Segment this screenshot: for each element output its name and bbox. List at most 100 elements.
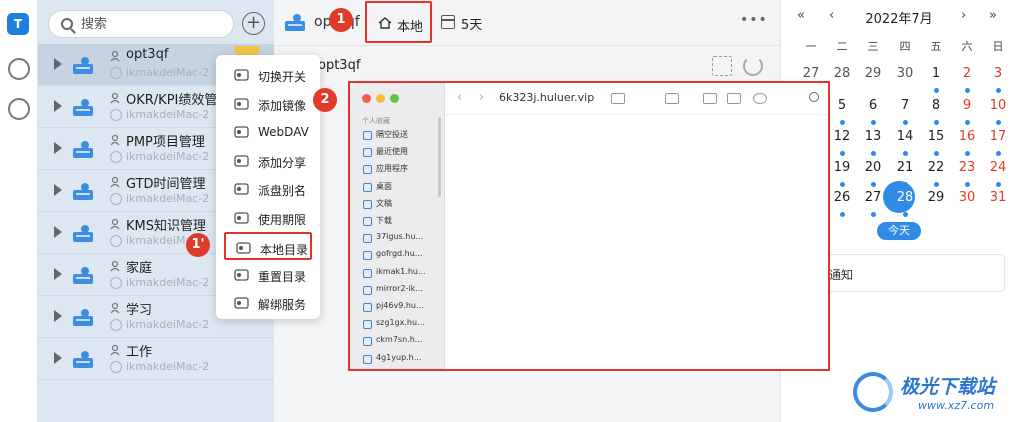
calendar-day[interactable]: 3 bbox=[984, 66, 1012, 88]
context-menu-label: 本地目录 bbox=[260, 243, 309, 257]
calendar-day[interactable]: 28 bbox=[891, 190, 919, 212]
tab-local[interactable]: 本地 bbox=[365, 1, 432, 43]
finder-sidebar-item[interactable]: 隔空投送 bbox=[360, 127, 440, 143]
user-icon bbox=[110, 50, 120, 62]
expand-arrow-icon[interactable] bbox=[54, 310, 62, 322]
finder-sidebar: 个人收藏 隔空投送 最近使用 应用程序 桌面 文稿 下载 37lgus.hu... gofrg… bbox=[350, 83, 445, 369]
add-repo-button[interactable]: + bbox=[242, 12, 265, 35]
event-dot-icon bbox=[934, 120, 939, 125]
list-view-icon[interactable] bbox=[665, 93, 679, 104]
finder-sidebar-item[interactable]: 桌面 bbox=[360, 179, 440, 195]
finder-sidebar-item[interactable]: mirror2-ik... bbox=[360, 282, 440, 298]
finder-sidebar-label: 桌面 bbox=[376, 181, 392, 191]
action-menu-icon[interactable] bbox=[753, 93, 767, 104]
calendar-day[interactable]: 12 bbox=[828, 129, 856, 151]
calendar-day[interactable]: 19 bbox=[828, 160, 856, 182]
finder-sidebar-item[interactable]: ikmak1.hu... bbox=[360, 265, 440, 281]
repo-row[interactable]: 工作 ikmakdeiMac-2 bbox=[38, 338, 274, 380]
user-icon bbox=[110, 218, 120, 230]
close-window-icon[interactable] bbox=[362, 94, 371, 103]
tag-icon[interactable] bbox=[727, 93, 741, 104]
next-year-button[interactable]: » bbox=[989, 8, 997, 23]
context-menu-item[interactable]: 派盘别名 bbox=[224, 175, 312, 203]
calendar-day[interactable]: 21 bbox=[891, 160, 919, 182]
finder-sidebar-item[interactable]: 应用程序 bbox=[360, 161, 440, 177]
calendar-day[interactable]: 30 bbox=[891, 66, 919, 88]
refresh-icon[interactable] bbox=[743, 56, 763, 76]
zoom-window-icon[interactable] bbox=[390, 94, 399, 103]
next-month-button[interactable]: › bbox=[961, 8, 966, 23]
share-icon[interactable] bbox=[703, 93, 717, 104]
user-icon[interactable] bbox=[8, 58, 30, 80]
finder-sidebar-item[interactable]: 文稿 bbox=[360, 196, 440, 212]
finder-sidebar-item[interactable]: 4g1yup.h... bbox=[360, 351, 440, 367]
finder-sidebar-item[interactable]: 37lgus.hu... bbox=[360, 230, 440, 246]
finder-sidebar-scrollbar[interactable] bbox=[438, 117, 441, 197]
expand-arrow-icon[interactable] bbox=[54, 268, 62, 280]
expand-arrow-icon[interactable] bbox=[54, 226, 62, 238]
expand-arrow-icon[interactable] bbox=[54, 184, 62, 196]
finder-sidebar-item[interactable]: gofrgd.hu... bbox=[360, 247, 440, 263]
grid-view-icon[interactable] bbox=[611, 93, 625, 104]
context-menu-item[interactable]: 使用期限 bbox=[224, 204, 312, 232]
step-marker-2: 2 bbox=[313, 88, 337, 112]
calendar-day[interactable]: 1 bbox=[922, 66, 950, 88]
calendar-day[interactable]: 5 bbox=[828, 98, 856, 120]
context-menu-item[interactable]: 添加分享 bbox=[224, 147, 312, 175]
context-menu-item[interactable]: WebDAV bbox=[224, 118, 312, 146]
back-icon[interactable]: ‹ bbox=[457, 90, 462, 105]
finder-sidebar-item[interactable]: 下载 bbox=[360, 213, 440, 229]
context-menu-item[interactable]: 重置目录 bbox=[224, 261, 312, 289]
finder-sidebar-item[interactable]: szg1gx.hu... bbox=[360, 316, 440, 332]
apps-icon[interactable] bbox=[8, 98, 30, 120]
calendar-day[interactable]: 2 bbox=[953, 66, 981, 88]
home-icon bbox=[378, 17, 392, 29]
finder-sidebar-label: szg1gx.hu... bbox=[376, 318, 425, 328]
context-menu-item[interactable]: 解绑服务 bbox=[224, 289, 312, 317]
calendar-day[interactable]: 29 bbox=[922, 190, 950, 212]
swap-icon[interactable] bbox=[712, 56, 732, 76]
calendar-day[interactable]: 26 bbox=[828, 190, 856, 212]
more-button[interactable]: ••• bbox=[740, 12, 768, 28]
calendar-day[interactable]: 9 bbox=[953, 98, 981, 120]
calendar-day[interactable]: 22 bbox=[922, 160, 950, 182]
calendar-day[interactable]: 23 bbox=[953, 160, 981, 182]
calendar-day[interactable]: 15 bbox=[922, 129, 950, 151]
finder-sidebar-label: pj46v9.hu... bbox=[376, 301, 424, 310]
calendar-day[interactable]: 20 bbox=[859, 160, 887, 182]
expand-arrow-icon[interactable] bbox=[54, 352, 62, 364]
forward-icon[interactable]: › bbox=[479, 90, 484, 105]
minimize-window-icon[interactable] bbox=[376, 94, 385, 103]
host-icon bbox=[110, 151, 122, 163]
calendar-day[interactable]: 10 bbox=[984, 98, 1012, 120]
expand-arrow-icon[interactable] bbox=[54, 142, 62, 154]
context-menu-item[interactable]: 本地目录 bbox=[224, 232, 312, 260]
watermark-url: www.xz7.com bbox=[918, 399, 995, 412]
repo-title: opt3qf bbox=[318, 58, 361, 73]
calendar-day[interactable]: 29 bbox=[859, 66, 887, 88]
calendar-day[interactable]: 30 bbox=[953, 190, 981, 212]
calendar-day[interactable]: 8 bbox=[922, 98, 950, 120]
calendar-day[interactable]: 24 bbox=[984, 160, 1012, 182]
calendar-day[interactable]: 14 bbox=[891, 129, 919, 151]
finder-search-icon[interactable] bbox=[809, 92, 819, 102]
calendar-day[interactable]: 28 bbox=[828, 66, 856, 88]
calendar-day[interactable]: 27 bbox=[859, 190, 887, 212]
calendar-day[interactable]: 7 bbox=[891, 98, 919, 120]
context-menu-item[interactable]: 切换开关 bbox=[224, 61, 312, 89]
search-input[interactable] bbox=[81, 14, 221, 34]
today-button[interactable]: 今天 bbox=[877, 222, 921, 240]
calendar-day[interactable]: 31 bbox=[984, 190, 1012, 212]
calendar-day[interactable]: 17 bbox=[984, 129, 1012, 151]
finder-sidebar-item[interactable]: 最近使用 bbox=[360, 144, 440, 160]
calendar-day[interactable]: 16 bbox=[953, 129, 981, 151]
expand-arrow-icon[interactable] bbox=[54, 100, 62, 112]
finder-sidebar-item[interactable]: pj46v9.hu... bbox=[360, 299, 440, 315]
repo-name: GTD时间管理 bbox=[126, 177, 206, 192]
finder-sidebar-item[interactable]: ckm7sn.h... bbox=[360, 333, 440, 349]
expand-arrow-icon[interactable] bbox=[54, 58, 62, 70]
context-menu-item[interactable]: 添加镜像 bbox=[224, 90, 312, 118]
repo-icon bbox=[73, 267, 93, 284]
calendar-day[interactable]: 6 bbox=[859, 98, 887, 120]
calendar-day[interactable]: 13 bbox=[859, 129, 887, 151]
